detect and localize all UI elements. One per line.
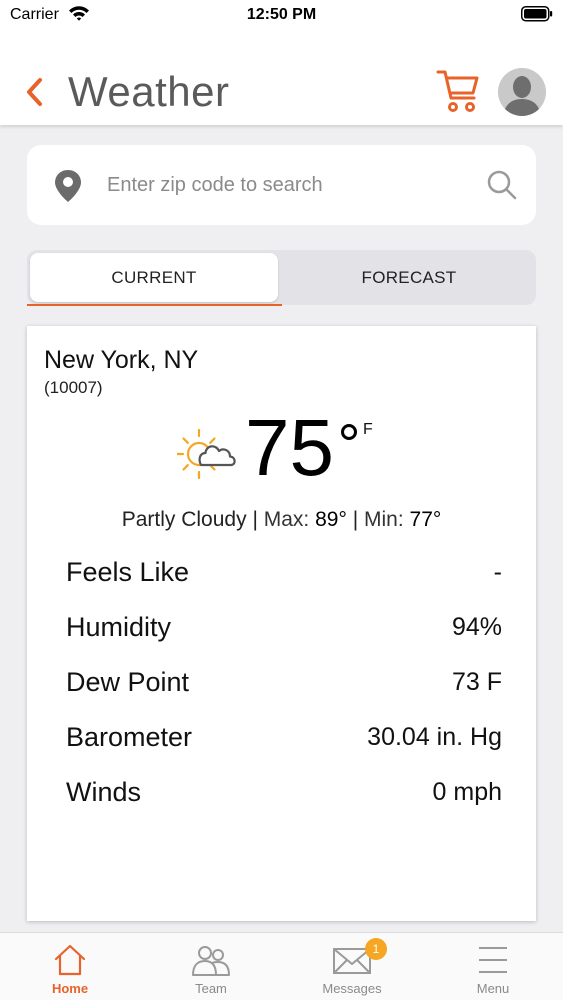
detail-label: Humidity	[66, 611, 172, 642]
team-icon	[192, 946, 230, 976]
tabbar-label: Home	[51, 981, 89, 996]
max-label: Max:	[263, 508, 310, 531]
detail-row-winds: Winds 0 mph	[66, 772, 502, 812]
detail-row-humidity: Humidity 94%	[66, 607, 502, 647]
tab-current[interactable]: CURRENT	[30, 253, 278, 302]
tabbar-label: Messages	[322, 981, 382, 996]
city-name: New York, NY	[44, 346, 199, 374]
detail-value: 0 mph	[432, 777, 502, 806]
partly-cloudy-icon	[177, 428, 236, 480]
tabbar-label: Menu	[476, 981, 510, 996]
detail-row-dew-point: Dew Point 73 F	[66, 662, 502, 702]
temperature-unit: F	[363, 421, 373, 438]
search-box[interactable]	[27, 145, 536, 225]
status-time: 12:50 PM	[246, 6, 317, 23]
detail-row-barometer: Barometer 30.04 in. Hg	[66, 717, 502, 757]
zip-search-input[interactable]	[107, 169, 467, 201]
tabbar-item-menu[interactable]: Menu	[423, 933, 563, 1000]
detail-value: -	[493, 557, 502, 586]
tab-forecast[interactable]: FORECAST	[285, 253, 533, 302]
zip-code: (10007)	[44, 378, 103, 397]
battery-icon	[521, 6, 553, 22]
detail-label: Dew Point	[66, 666, 190, 697]
header: Weather	[0, 30, 563, 125]
condition-text: Partly Cloudy	[121, 508, 247, 531]
bottom-tab-bar: Home Team 1 Messages Menu	[0, 932, 563, 1000]
tab-switcher: CURRENT FORECAST	[27, 250, 536, 305]
tabbar-label: Team	[195, 981, 227, 996]
detail-row-feels-like: Feels Like -	[66, 552, 502, 592]
detail-label: Feels Like	[66, 556, 190, 587]
menu-icon	[479, 947, 507, 973]
weather-card: New York, NY (10007) 75 F Partly Cloudy …	[27, 326, 536, 921]
separator: |	[252, 508, 264, 531]
temperature-value: 75	[245, 403, 334, 492]
avatar[interactable]	[498, 68, 546, 116]
max-temp: 89°	[315, 508, 347, 531]
page-title: Weather	[68, 68, 230, 115]
tabbar-item-team[interactable]: Team	[141, 933, 281, 1000]
tabbar-item-home[interactable]: Home	[0, 933, 140, 1000]
min-temp: 77°	[409, 508, 442, 531]
user-silhouette-icon	[498, 68, 546, 116]
active-tab-indicator	[27, 304, 282, 306]
separator: |	[352, 508, 364, 531]
min-label: Min:	[364, 508, 404, 531]
search-icon[interactable]	[486, 169, 518, 201]
detail-value: 30.04 in. Hg	[367, 722, 502, 751]
detail-value: 94%	[451, 612, 502, 641]
cart-icon[interactable]	[436, 68, 480, 114]
location-pin-icon	[55, 170, 81, 202]
detail-label: Winds	[66, 776, 142, 807]
back-chevron-icon[interactable]	[24, 77, 46, 107]
detail-value: 73 F	[451, 667, 502, 696]
status-bar: Carrier 12:50 PM	[0, 0, 563, 30]
unread-badge: 1	[365, 938, 387, 960]
conditions-summary: Partly Cloudy | Max: 89° | Min: 77°	[27, 508, 536, 532]
home-icon	[54, 944, 86, 976]
detail-label: Barometer	[66, 721, 193, 752]
tabbar-item-messages[interactable]: 1 Messages	[282, 933, 422, 1000]
degree-symbol	[341, 424, 357, 440]
